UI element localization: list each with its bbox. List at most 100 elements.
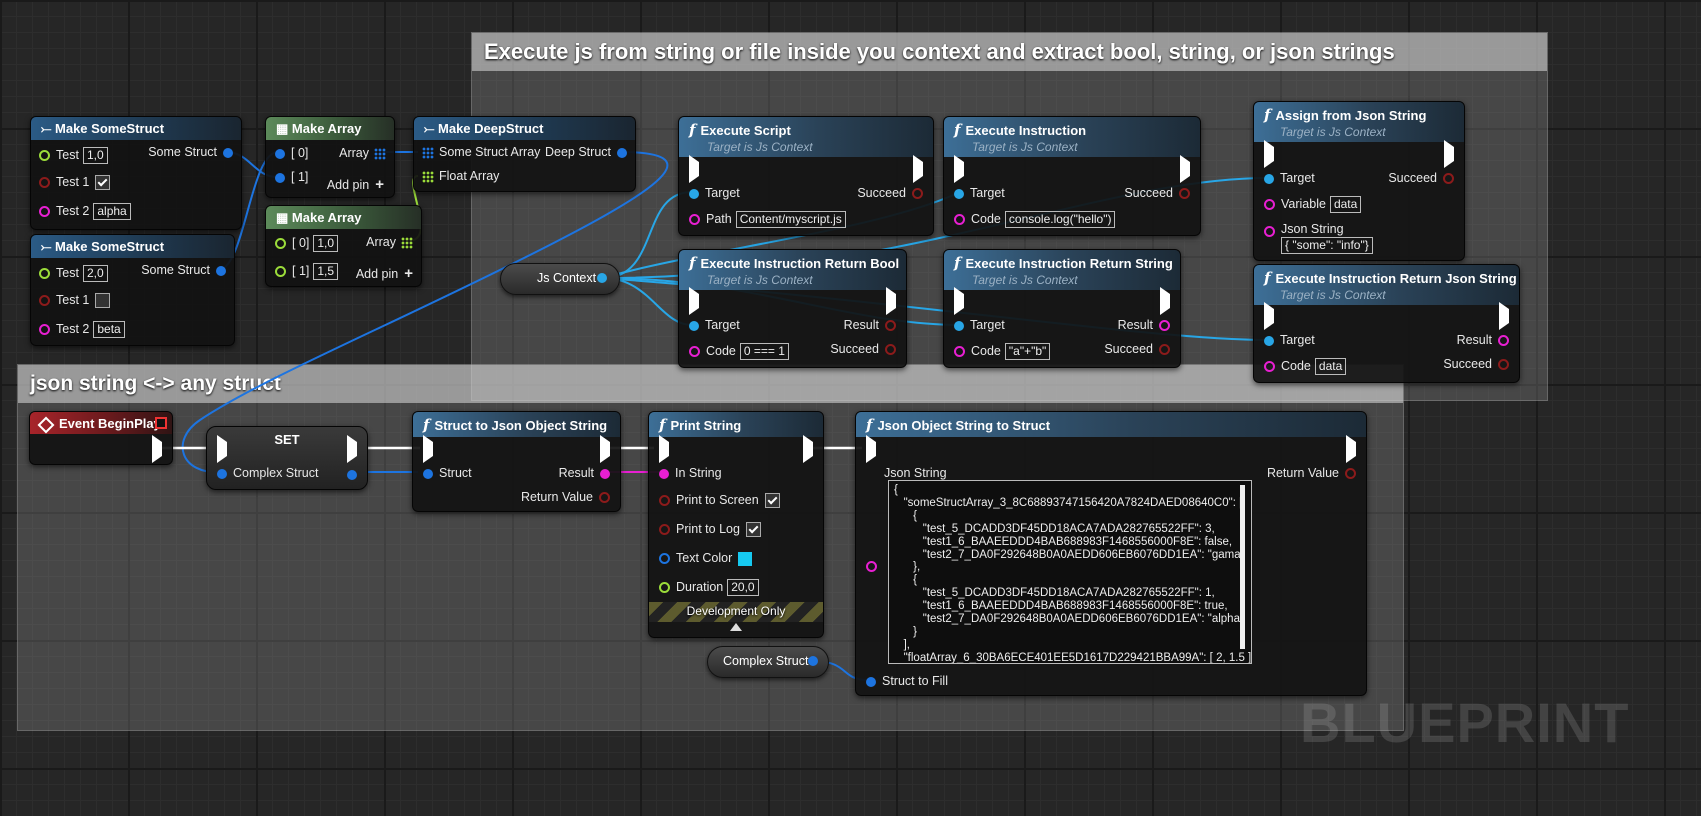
pin-complex-struct-out[interactable] (347, 467, 357, 481)
pin-target[interactable]: Target (689, 186, 740, 200)
pin-return-value[interactable]: Return Value (1267, 466, 1356, 480)
exec-in[interactable] (423, 435, 433, 463)
pin-result[interactable]: Result (559, 466, 610, 480)
assign-from-json-node[interactable]: f Assign from Json String Target is Js Con… (1253, 101, 1465, 261)
pin-succeed[interactable]: Succeed (857, 186, 923, 200)
exec-out[interactable] (1444, 140, 1454, 168)
exec-in[interactable] (954, 155, 964, 183)
print-string-node[interactable]: f Print String In String Print to Screen … (648, 411, 824, 638)
pin-deep-struct-out[interactable]: Deep Struct (545, 145, 627, 159)
pin-succeed[interactable]: Succeed (830, 342, 896, 356)
array-in0-value-field[interactable]: 1,0 (313, 235, 339, 252)
add-pin-button[interactable]: Add pin + (327, 176, 384, 193)
pin-test2[interactable]: Test 2 beta (39, 321, 125, 338)
pin-test1[interactable]: Test 1 (39, 175, 111, 191)
pin-print-to-screen[interactable]: Print to Screen (659, 493, 780, 509)
pin-array-in-1[interactable]: [ 1] (275, 170, 308, 184)
duration-value-field[interactable]: 20,0 (727, 579, 759, 596)
pin-target[interactable]: Target (1264, 333, 1315, 347)
pin-text-color[interactable]: Text Color (659, 551, 753, 566)
pin-complex-struct[interactable]: Complex Struct (217, 466, 318, 480)
exec-in[interactable] (1264, 302, 1274, 330)
variable-value-field[interactable]: data (1329, 196, 1362, 213)
complex-struct-variable[interactable]: Complex Struct (707, 646, 829, 678)
pin-json-string[interactable] (866, 559, 883, 573)
pin-succeed[interactable]: Succeed (1104, 342, 1170, 356)
pin-test[interactable]: Test 1,0 (39, 147, 108, 164)
pin-path[interactable]: Path Content/myscript.js (689, 211, 846, 228)
exec-in[interactable] (217, 435, 227, 463)
pin-test[interactable]: Test 2,0 (39, 265, 108, 282)
pin-code[interactable]: Code console.log("hello") (954, 211, 1116, 228)
test-value-field[interactable]: 1,0 (82, 147, 108, 164)
pin-succeed[interactable]: Succeed (1443, 357, 1509, 371)
test-value-field[interactable]: 2,0 (82, 265, 108, 282)
pin-result[interactable]: Result (1457, 333, 1509, 347)
expand-arrow-icon[interactable] (730, 623, 742, 631)
js-context-variable[interactable]: Js Context (500, 263, 620, 295)
pin-code[interactable]: Code "a"+"b" (954, 343, 1051, 360)
pin-code[interactable]: Code 0 === 1 (689, 343, 789, 360)
code-value-field[interactable]: data (1314, 358, 1347, 375)
execute-instruction-node[interactable]: f Execute Instruction Target is Js Context… (943, 116, 1201, 236)
pin-array-in-1[interactable]: [ 1] 1,5 (275, 263, 339, 280)
pin-succeed[interactable]: Succeed (1388, 171, 1454, 185)
exec-out[interactable] (347, 435, 357, 463)
code-value-field[interactable]: 0 === 1 (739, 343, 789, 360)
exec-out[interactable] (803, 435, 813, 463)
json-string-textarea[interactable]: { "someStructArray_3_8C68893747156420A78… (888, 480, 1252, 664)
make-array-node-1[interactable]: ▦ Make Array [ 0] [ 1] Array Add pin + (265, 116, 395, 198)
test1-checkbox[interactable] (95, 175, 111, 191)
pin-target[interactable]: Target (689, 318, 740, 332)
path-value-field[interactable]: Content/myscript.js (735, 211, 846, 228)
pin-test2[interactable]: Test 2 alpha (39, 203, 131, 220)
pin-array-in-0[interactable]: [ 0] (275, 146, 308, 160)
add-pin-button[interactable]: Add pin + (356, 265, 413, 282)
pin-test1[interactable]: Test 1 (39, 293, 111, 309)
make-array-node-2[interactable]: ▦ Make Array [ 0] 1,0 [ 1] 1,5 Array Add p… (265, 205, 422, 287)
pin-json-string[interactable]: Json String{ "some": "info"} (1264, 222, 1373, 254)
pin-succeed[interactable]: Succeed (1124, 186, 1190, 200)
exec-out[interactable] (600, 435, 610, 463)
test2-value-field[interactable]: beta (93, 321, 125, 338)
make-deepstruct-node[interactable]: ⤚ Make DeepStruct Some Struct Array Floa… (413, 116, 636, 192)
pin-result[interactable]: Result (844, 318, 896, 332)
pin-in-string[interactable]: In String (659, 466, 722, 480)
pin-target[interactable]: Target (1264, 171, 1315, 185)
pin-some-struct-array[interactable]: Some Struct Array (422, 145, 540, 159)
pin-out-struct[interactable]: Some Struct (141, 263, 226, 277)
json-string-value-field[interactable]: { "some": "info"} (1281, 237, 1373, 254)
pin-array-out[interactable]: Array (366, 235, 413, 249)
exec-in[interactable] (1264, 140, 1274, 168)
event-delegate-icon[interactable] (155, 417, 167, 429)
exec-out[interactable] (1160, 287, 1170, 315)
pin-array-out[interactable]: Array (339, 146, 386, 160)
make-somestruct-node-1[interactable]: ⤚ Make SomeStruct Test 1,0 Test 1 Test 2a… (30, 116, 242, 230)
exec-return-bool-node[interactable]: f Execute Instruction Return Bool Target i… (678, 249, 907, 368)
pin-code[interactable]: Code data (1264, 358, 1347, 375)
pin-result[interactable]: Result (1118, 318, 1170, 332)
pin-return-value[interactable]: Return Value (521, 490, 610, 504)
exec-out[interactable] (886, 287, 896, 315)
print-to-screen-checkbox[interactable] (764, 493, 780, 509)
text-color-swatch[interactable] (738, 551, 753, 566)
pin-struct-to-fill[interactable]: Struct to Fill (866, 674, 948, 688)
array-in1-value-field[interactable]: 1,5 (313, 263, 339, 280)
exec-in[interactable] (659, 435, 669, 463)
exec-return-string-node[interactable]: f Execute Instruction Return String Target… (943, 249, 1181, 368)
pin-array-in-0[interactable]: [ 0] 1,0 (275, 235, 339, 252)
set-node[interactable]: SET Complex Struct (206, 426, 368, 490)
make-somestruct-node-2[interactable]: ⤚ Make SomeStruct Test 2,0 Test 1 Test 2b… (30, 234, 235, 346)
code-value-field[interactable]: "a"+"b" (1004, 343, 1051, 360)
exec-out[interactable] (152, 435, 162, 463)
struct-to-json-node[interactable]: f Struct to Json Object String Struct Res… (412, 411, 621, 512)
exec-out[interactable] (1499, 302, 1509, 330)
code-value-field[interactable]: console.log("hello") (1004, 211, 1116, 228)
exec-in[interactable] (954, 287, 964, 315)
exec-in[interactable] (866, 435, 876, 463)
print-to-log-checkbox[interactable] (745, 522, 761, 538)
execute-script-node[interactable]: f Execute Script Target is Js Context Targ… (678, 116, 934, 236)
exec-in[interactable] (689, 155, 699, 183)
exec-return-json-node[interactable]: f Execute Instruction Return Json String T… (1253, 264, 1520, 383)
pin-out-struct[interactable]: Some Struct (148, 145, 233, 159)
